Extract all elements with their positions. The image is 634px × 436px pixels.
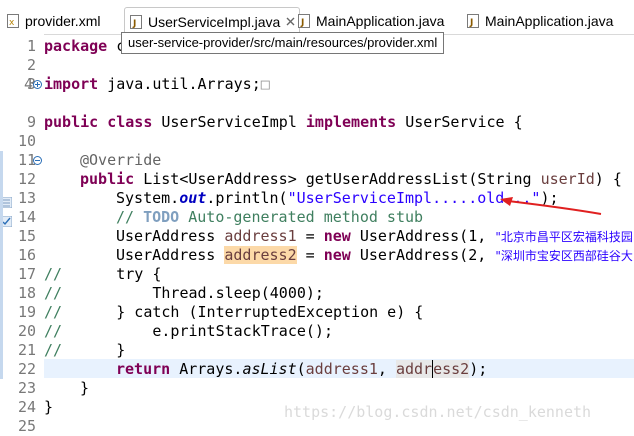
code-line-10: public class UserServiceImpl implements … xyxy=(44,113,523,131)
code-line-15: // TODO Auto-generated method stub xyxy=(116,208,424,226)
line-number: 16 xyxy=(17,246,36,264)
annotation-arrow xyxy=(500,197,602,215)
line-number: 18 xyxy=(17,284,36,302)
line-number: 21 xyxy=(17,341,36,359)
line-number: 11 xyxy=(17,151,36,169)
line-number: 10 xyxy=(17,132,36,150)
editor-tab-bar: x provider.xml J UserServiceImpl.java J … xyxy=(0,0,634,35)
code-line-19: // Thread.sleep(4000); xyxy=(44,284,324,302)
line-number: 25 xyxy=(17,417,36,435)
java-file-icon: J xyxy=(466,13,480,29)
code-line-17: UserAddress address2 = new UserAddress(2… xyxy=(116,246,633,264)
svg-text:J: J xyxy=(300,18,304,28)
code-line-18: // try { xyxy=(44,265,162,283)
tab-label: MainApplication.java xyxy=(485,13,614,29)
line-number: 20 xyxy=(17,322,36,340)
code-line-23: return Arrays.asList(address1, address2)… xyxy=(116,360,488,378)
svg-text:J: J xyxy=(132,19,136,29)
collapse-fold-icon[interactable] xyxy=(33,156,43,166)
code-line-22: // } xyxy=(44,341,126,359)
close-icon[interactable] xyxy=(286,15,295,29)
java-file-icon: J xyxy=(297,13,311,29)
change-ruler xyxy=(0,151,3,379)
line-number: 1 xyxy=(26,37,36,55)
code-line-16: UserAddress address1 = new UserAddress(1… xyxy=(116,227,633,245)
tab-userserviceimpl[interactable]: J UserServiceImpl.java xyxy=(124,7,301,35)
line-number: 24 xyxy=(17,398,36,416)
code-line-25: } xyxy=(44,398,54,416)
tab-mainapplication-1[interactable]: J MainApplication.java xyxy=(297,9,444,33)
tab-label: provider.xml xyxy=(25,13,101,29)
expand-fold-icon[interactable] xyxy=(33,80,43,90)
line-number: 22 xyxy=(17,360,36,378)
code-line-4: import java.util.Arrays;□ xyxy=(44,75,270,93)
tab-label: MainApplication.java xyxy=(316,13,445,29)
line-number: 19 xyxy=(17,303,36,321)
line-number: 9 xyxy=(26,113,36,131)
file-path-tooltip: user-service-provider/src/main/resources… xyxy=(121,32,445,54)
line-number: 12 xyxy=(17,170,36,188)
tab-label: UserServiceImpl.java xyxy=(148,13,281,30)
code-line-12: @Override xyxy=(80,151,162,169)
line-number-gutter: 1 2 3 4 9 10 11 12 13 14 15 16 17 18 19 … xyxy=(0,34,44,435)
line-number: 2 xyxy=(26,56,36,74)
code-line-14: System.out.println("UserServiceImpl.....… xyxy=(116,189,559,207)
svg-text:J: J xyxy=(469,18,473,28)
code-line-21: // e.printStackTrace(); xyxy=(44,322,333,340)
code-line-24: } xyxy=(80,379,90,397)
line-number: 17 xyxy=(17,265,36,283)
tab-provider-xml[interactable]: x provider.xml xyxy=(6,9,100,33)
tab-mainapplication-2[interactable]: J MainApplication.java xyxy=(466,9,613,33)
code-line-13: public List<UserAddress> getUserAddressL… xyxy=(80,170,622,188)
xml-file-icon: x xyxy=(6,13,20,29)
java-file-icon: J xyxy=(129,14,143,30)
line-number: 23 xyxy=(17,379,36,397)
watermark-text: https://blog.csdn.net/csdn_kenneth xyxy=(284,403,592,421)
code-editor[interactable]: package c import java.util.Arrays;□ publ… xyxy=(44,34,634,433)
svg-text:x: x xyxy=(9,18,15,28)
line-number: 15 xyxy=(17,227,36,245)
code-line-1: package c xyxy=(44,37,126,55)
line-number: 4 xyxy=(23,75,33,93)
code-line-20: // } catch (InterruptedException e) { xyxy=(44,303,424,321)
